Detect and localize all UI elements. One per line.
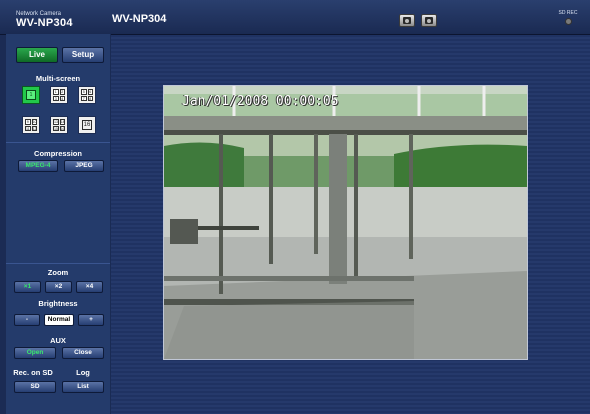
brightness-heading: Brightness <box>38 299 78 308</box>
sd-rec-label: SD REC <box>558 10 578 16</box>
zoom-heading: Zoom <box>47 268 69 277</box>
live-button[interactable]: Live <box>16 47 58 63</box>
camera-image[interactable]: Jan/01/2008 00:00:05 <box>163 85 528 360</box>
camera-scene <box>164 86 527 359</box>
rec-on-sd-heading: Rec. on SD <box>13 368 53 377</box>
snapshot-button[interactable] <box>399 14 415 27</box>
aux-heading: AUX <box>50 336 66 345</box>
sd-button[interactable]: SD <box>14 381 56 393</box>
camera-icon <box>403 17 411 24</box>
divider <box>6 263 110 264</box>
sixteen-screen-icon: 16 <box>82 120 92 130</box>
aux-close-button[interactable]: Close <box>62 347 104 359</box>
single-screen-icon: 1 <box>26 90 36 100</box>
log-heading: Log <box>76 368 90 377</box>
zoom-x1-button[interactable]: ×1 <box>14 281 41 293</box>
quad-screen-icon: 13 14 15 16 <box>53 119 65 131</box>
log-list-button[interactable]: List <box>62 381 104 393</box>
sidebar: Live Setup Multi-screen 1 1234 5678 9 10 1… <box>6 34 111 414</box>
aux-open-button[interactable]: Open <box>14 347 56 359</box>
multiscreen-1-button[interactable]: 1 <box>22 86 40 104</box>
multiscreen-quad-d-button[interactable]: 13 14 15 16 <box>50 116 68 134</box>
zoom-x4-button[interactable]: ×4 <box>76 281 103 293</box>
quad-screen-icon: 9 10 11 12 <box>25 119 37 131</box>
compression-heading: Compression <box>34 149 82 158</box>
sd-rec-indicator <box>565 18 572 25</box>
quad-screen-icon: 5678 <box>81 89 93 101</box>
capture-button[interactable] <box>421 14 437 27</box>
brightness-plus-button[interactable]: + <box>78 314 104 326</box>
multiscreen-16-button[interactable]: 16 <box>78 116 96 134</box>
header-bar: Network Camera WV-NP304 WV-NP304 SD REC <box>0 0 590 35</box>
quad-screen-icon: 1234 <box>53 89 65 101</box>
divider <box>6 142 110 143</box>
multiscreen-quad-a-button[interactable]: 1234 <box>50 86 68 104</box>
zoom-x2-button[interactable]: ×2 <box>45 281 72 293</box>
mpeg4-button[interactable]: MPEG-4 <box>18 160 58 172</box>
timestamp-overlay: Jan/01/2008 00:00:05 <box>182 94 339 109</box>
multiscreen-quad-b-button[interactable]: 5678 <box>78 86 96 104</box>
camera-icon <box>425 17 433 24</box>
multiscreen-quad-c-button[interactable]: 9 10 11 12 <box>22 116 40 134</box>
jpeg-button[interactable]: JPEG <box>64 160 104 172</box>
multiscreen-heading: Multi-screen <box>35 74 81 83</box>
page-title: WV-NP304 <box>112 13 167 25</box>
setup-button[interactable]: Setup <box>62 47 104 63</box>
brand-model: WV-NP304 <box>16 17 73 29</box>
brightness-minus-button[interactable]: - <box>14 314 40 326</box>
brightness-normal-button[interactable]: Normal <box>44 314 74 326</box>
